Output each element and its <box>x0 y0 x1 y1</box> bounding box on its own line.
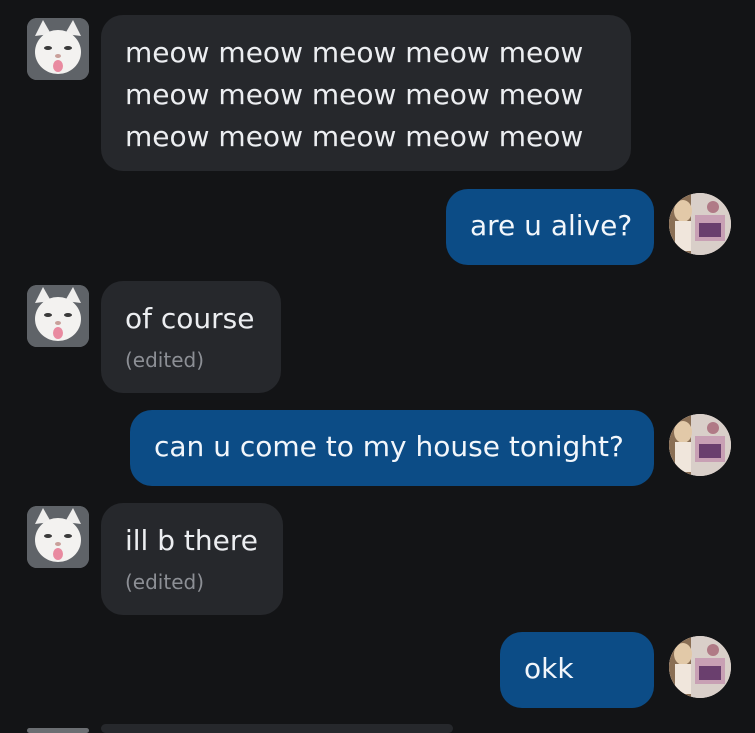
edited-label: (edited) <box>125 348 205 372</box>
message-bubble[interactable]: okk <box>500 632 654 708</box>
edited-label: (edited) <box>125 570 205 594</box>
message-bubble[interactable]: of course (edited) <box>101 281 281 393</box>
message-text-line: meow meow meow meow meow <box>125 78 584 111</box>
cat-avatar-icon[interactable] <box>27 506 89 568</box>
user-avatar-icon[interactable] <box>669 636 731 698</box>
cat-avatar-icon[interactable] <box>27 285 89 347</box>
message-text: ill b there <box>125 524 258 557</box>
message-bubble-partial[interactable] <box>101 724 453 733</box>
cat-avatar-icon[interactable] <box>27 18 89 80</box>
message-bubble[interactable]: meow meow meow meow meow meow meow meow … <box>101 15 631 171</box>
message-text-line: meow meow meow meow meow <box>125 36 584 69</box>
message-text: can u come to my house tonight? <box>154 430 624 463</box>
cat-avatar-icon[interactable] <box>27 728 89 733</box>
chat-thread: meow meow meow meow meow meow meow meow … <box>0 0 755 733</box>
message-text: of course <box>125 302 255 335</box>
message-text-line: meow meow meow meow meow <box>125 120 584 153</box>
user-avatar-icon[interactable] <box>669 193 731 255</box>
message-bubble[interactable]: ill b there (edited) <box>101 503 283 615</box>
message-text: okk <box>524 652 574 685</box>
user-avatar-icon[interactable] <box>669 414 731 476</box>
message-bubble[interactable]: are u alive? <box>446 189 654 265</box>
message-text: are u alive? <box>470 209 633 242</box>
message-bubble[interactable]: can u come to my house tonight? <box>130 410 654 486</box>
